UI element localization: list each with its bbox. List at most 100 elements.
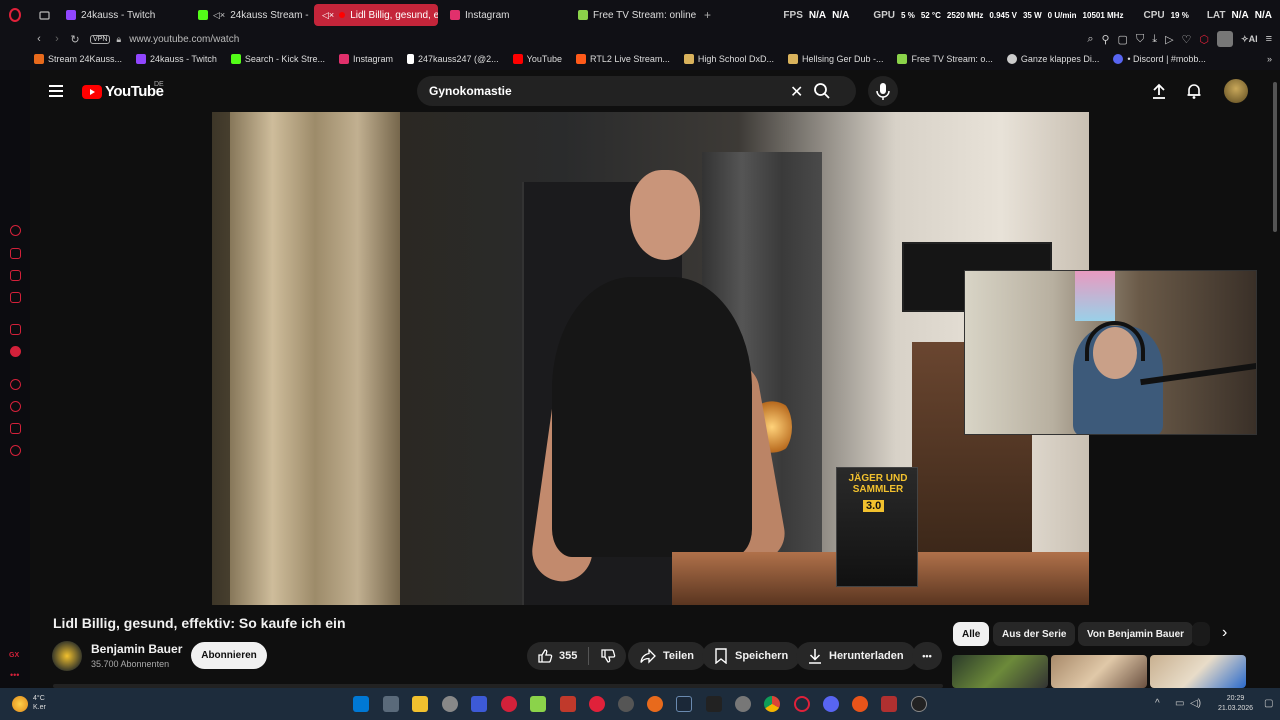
chips-next-icon[interactable]: › bbox=[1222, 624, 1227, 642]
pin-icon[interactable]: ⚲ bbox=[1101, 33, 1109, 46]
sidebar-youtube-icon[interactable] bbox=[10, 346, 21, 357]
bookmarks-overflow-icon[interactable]: » bbox=[1267, 54, 1272, 64]
bookmark-hellsing[interactable]: Hellsing Ger Dub -... bbox=[787, 54, 883, 64]
bookmark-free-tv[interactable]: Free TV Stream: o... bbox=[897, 54, 993, 64]
game-app-icon[interactable] bbox=[560, 696, 576, 712]
chip-all[interactable]: Alle bbox=[953, 622, 990, 646]
back-icon[interactable]: ‹ bbox=[30, 33, 48, 45]
recommended-thumbnail[interactable] bbox=[1150, 655, 1246, 688]
bookmark-stream-24kauss[interactable]: Stream 24Kauss... bbox=[34, 54, 122, 64]
ai-button[interactable]: ✧AI bbox=[1241, 34, 1258, 45]
bookmark-instagram[interactable]: Instagram bbox=[338, 54, 393, 64]
video-player[interactable]: JÄGER UND SAMMLER 3.0 bbox=[212, 112, 1089, 605]
notifications-bell-icon[interactable] bbox=[1185, 82, 1203, 100]
notifications-icon[interactable]: ▢ bbox=[1264, 698, 1273, 709]
channel-name[interactable]: Benjamin Bauer bbox=[91, 642, 182, 656]
opera-logo-icon[interactable] bbox=[0, 0, 30, 30]
sidebar-more-icon[interactable]: ••• bbox=[10, 670, 19, 680]
sidebar-twitch-icon[interactable] bbox=[10, 324, 21, 335]
reload-icon[interactable]: ↻ bbox=[66, 33, 84, 46]
heart-icon[interactable]: ♡ bbox=[1182, 33, 1192, 46]
bookmark-twitch[interactable]: 24kauss - Twitch bbox=[136, 54, 217, 64]
tab-youtube-active[interactable]: ◁× Lidl Billig, gesund, effe bbox=[314, 4, 438, 26]
opera-gx-icon[interactable] bbox=[794, 696, 810, 712]
system-clock[interactable]: 20:29 21.03.2026 bbox=[1218, 694, 1253, 714]
extensions-icon[interactable]: ⬡ bbox=[1199, 33, 1209, 46]
discord-icon[interactable] bbox=[823, 696, 839, 712]
more-actions-button[interactable]: ••• bbox=[912, 642, 942, 670]
sidebar-gx-icon[interactable] bbox=[10, 270, 21, 281]
account-avatar[interactable] bbox=[1224, 79, 1248, 103]
epic-games-icon[interactable] bbox=[706, 696, 722, 712]
bookmark-discord[interactable]: • Discord | #mobb... bbox=[1113, 54, 1206, 64]
scrollbar-thumb[interactable] bbox=[1273, 82, 1277, 232]
orange-app-icon[interactable] bbox=[647, 696, 663, 712]
calculator-icon[interactable] bbox=[383, 696, 399, 712]
search-icon[interactable] bbox=[813, 82, 831, 100]
recommended-thumbnail[interactable] bbox=[1051, 655, 1147, 688]
tab-free-tv[interactable]: Free TV Stream: online kos bbox=[570, 4, 696, 26]
tab-instagram[interactable]: Instagram bbox=[442, 4, 566, 26]
sidebar-player-icon[interactable] bbox=[10, 379, 21, 390]
voice-search-button[interactable] bbox=[868, 76, 898, 106]
bookmark-kick[interactable]: Search - Kick Stre... bbox=[230, 54, 325, 64]
red-app-icon[interactable] bbox=[501, 696, 517, 712]
bookmark-ganze-klappes[interactable]: Ganze klappes Di... bbox=[1006, 54, 1099, 64]
chip-from-series[interactable]: Aus der Serie bbox=[993, 622, 1076, 646]
firefox-icon[interactable] bbox=[852, 696, 868, 712]
thumbs-down-icon[interactable] bbox=[600, 648, 616, 664]
music-app-icon[interactable] bbox=[589, 696, 605, 712]
menu-icon[interactable]: ≡ bbox=[1266, 33, 1272, 45]
zoom-icon[interactable]: ⌕ bbox=[1087, 33, 1093, 46]
recommended-thumbnail[interactable] bbox=[952, 655, 1048, 688]
snapshot-icon[interactable]: ▢ bbox=[1118, 33, 1128, 46]
sidebar-ai-icon[interactable] bbox=[10, 225, 21, 236]
bookmark-tiktok[interactable]: 247kauss247 (@2... bbox=[406, 54, 499, 64]
vivaldi-v-icon[interactable] bbox=[471, 696, 487, 712]
chip-overflow[interactable] bbox=[1192, 622, 1210, 646]
forward-icon[interactable]: › bbox=[48, 33, 66, 45]
bookmark-youtube[interactable]: YouTube bbox=[512, 54, 562, 64]
sidebar-history-icon[interactable] bbox=[10, 401, 21, 412]
tab-kick[interactable]: ◁× 24kauss Stream - Wat bbox=[190, 4, 310, 26]
lock-icon[interactable]: 🔒︎ bbox=[116, 34, 121, 45]
network-icon[interactable]: ▭ bbox=[1175, 698, 1184, 709]
steam-icon[interactable] bbox=[676, 696, 692, 712]
subscribe-button[interactable]: Abonnieren bbox=[191, 642, 267, 669]
file-explorer-icon[interactable] bbox=[412, 696, 428, 712]
sidebar-settings-icon[interactable] bbox=[10, 445, 21, 456]
weather-widget[interactable]: 4°C K.er bbox=[33, 694, 46, 712]
chip-from-channel[interactable]: Von Benjamin Bauer bbox=[1078, 622, 1194, 646]
shield-icon[interactable]: ⛉ bbox=[1136, 33, 1144, 46]
network-app-icon[interactable] bbox=[735, 696, 751, 712]
start-windows-icon[interactable] bbox=[353, 696, 369, 712]
save-button[interactable]: Speichern bbox=[702, 642, 801, 670]
profile-icon[interactable] bbox=[1217, 31, 1234, 47]
volume-icon[interactable]: ◁) bbox=[1190, 698, 1201, 709]
hamburger-menu-icon[interactable] bbox=[49, 85, 63, 97]
sidebar-pinboard-icon[interactable] bbox=[10, 423, 21, 434]
vpn-badge[interactable]: VPN bbox=[90, 34, 111, 44]
upload-icon[interactable] bbox=[1150, 82, 1168, 100]
sidebar-news-icon[interactable] bbox=[10, 292, 21, 303]
channel-avatar[interactable] bbox=[52, 641, 82, 671]
bookmark-rtl2[interactable]: RTL2 Live Stream... bbox=[576, 54, 670, 64]
like-button[interactable]: 355 bbox=[537, 648, 577, 664]
new-tab-button[interactable]: + bbox=[700, 8, 715, 22]
mouse-app-icon[interactable] bbox=[442, 696, 458, 712]
youtube-logo[interactable]: YouTube bbox=[82, 83, 164, 100]
chrome-icon[interactable] bbox=[764, 696, 780, 712]
play-icon[interactable]: ▷ bbox=[1165, 33, 1173, 46]
settings-wheel-icon[interactable] bbox=[618, 696, 634, 712]
page-scrollbar[interactable] bbox=[1270, 70, 1280, 688]
obs-icon[interactable] bbox=[911, 696, 927, 712]
sticky-notes-icon[interactable] bbox=[530, 696, 546, 712]
bookmark-highschool-dxd[interactable]: High School DxD... bbox=[683, 54, 774, 64]
weather-icon[interactable] bbox=[12, 696, 28, 712]
search-input[interactable]: Gynokomastie bbox=[429, 84, 512, 98]
url-field[interactable]: www.youtube.com/watch bbox=[129, 34, 239, 45]
tab-menu-icon[interactable] bbox=[30, 10, 58, 21]
sidebar-gx-logo-icon[interactable]: GX bbox=[9, 652, 19, 659]
tab-twitch[interactable]: 24kauss - Twitch bbox=[58, 4, 186, 26]
sidebar-shop-icon[interactable] bbox=[10, 248, 21, 259]
